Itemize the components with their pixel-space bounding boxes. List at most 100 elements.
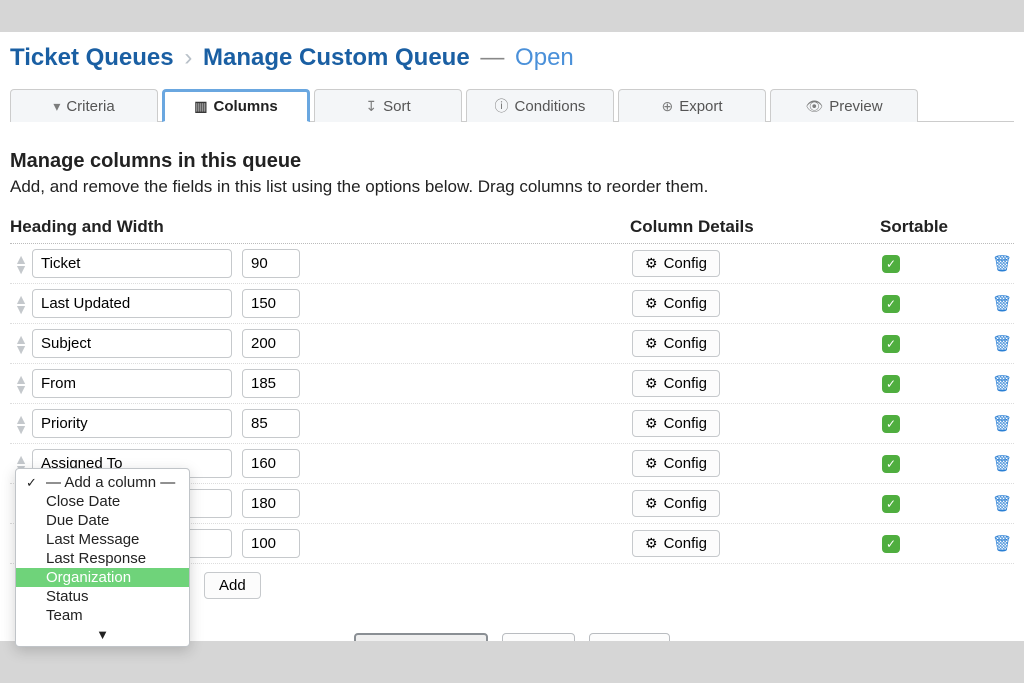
tab-label: Export	[679, 98, 722, 115]
config-button[interactable]: ⚙ Config	[632, 290, 720, 317]
column-width-input[interactable]	[242, 249, 300, 278]
breadcrumb-root[interactable]: Ticket Queues	[10, 44, 174, 71]
config-label: Config	[664, 455, 707, 472]
column-width-input[interactable]	[242, 409, 300, 438]
drag-handle-icon[interactable]: ▲▼	[10, 334, 32, 354]
window-top-strip	[0, 0, 1024, 32]
column-width-input[interactable]	[242, 329, 300, 358]
sortable-checkbox[interactable]: ✓	[882, 295, 900, 313]
column-heading-input[interactable]	[32, 289, 232, 318]
eye-icon: 👁	[805, 98, 823, 115]
sort-icon: ↧	[365, 98, 377, 115]
column-heading-input[interactable]	[32, 409, 232, 438]
config-button[interactable]: ⚙ Config	[632, 370, 720, 397]
add-button[interactable]: Add	[204, 572, 261, 599]
header-heading-width: Heading and Width	[10, 217, 630, 237]
config-label: Config	[664, 495, 707, 512]
tab-label: Sort	[383, 98, 411, 115]
breadcrumb-page: Manage Custom Queue	[203, 44, 470, 71]
drag-handle-icon[interactable]: ▲▼	[10, 294, 32, 314]
sortable-checkbox[interactable]: ✓	[882, 415, 900, 433]
config-button[interactable]: ⚙ Config	[632, 250, 720, 277]
tab-export[interactable]: ⊕ Export	[618, 89, 766, 122]
config-button[interactable]: ⚙ Config	[632, 410, 720, 437]
tab-columns[interactable]: ▥ Columns	[162, 89, 310, 122]
tab-label: Criteria	[66, 98, 114, 115]
dropdown-item[interactable]: Team	[16, 606, 189, 625]
drag-handle-icon[interactable]: ▲▼	[10, 254, 32, 274]
config-label: Config	[664, 295, 707, 312]
section-desc: Add, and remove the fields in this list …	[10, 177, 1014, 197]
tab-conditions[interactable]: ⓘ Conditions	[466, 89, 614, 122]
tab-sort[interactable]: ↧ Sort	[314, 89, 462, 122]
config-label: Config	[664, 415, 707, 432]
sortable-checkbox[interactable]: ✓	[882, 375, 900, 393]
drag-handle-icon[interactable]: ▲▼	[10, 374, 32, 394]
sortable-checkbox[interactable]: ✓	[882, 495, 900, 513]
tab-preview[interactable]: 👁 Preview	[770, 89, 918, 122]
config-button[interactable]: ⚙Config	[632, 330, 720, 357]
trash-icon[interactable]: 🗑	[992, 536, 1012, 553]
column-row: ▲▼ ⚙ Config ✓ 🗑	[10, 244, 1014, 284]
trash-icon[interactable]: 🗑	[992, 376, 1012, 393]
column-width-input[interactable]	[242, 489, 300, 518]
column-row: ▲▼ ⚙ Config ✓ 🗑	[10, 364, 1014, 404]
trash-icon[interactable]: 🗑	[992, 496, 1012, 513]
gear-icon: ⚙	[645, 255, 658, 272]
trash-icon[interactable]: 🗑	[992, 456, 1012, 473]
gear-icon: ⚙	[645, 295, 658, 312]
column-row: ▲▼ ⚙ Config ✓ 🗑	[10, 284, 1014, 324]
sortable-checkbox[interactable]: ✓	[882, 335, 900, 353]
breadcrumb-state-sep: —	[476, 44, 508, 71]
column-width-input[interactable]	[242, 289, 300, 318]
config-button[interactable]: ⚙Config	[632, 490, 720, 517]
check-icon: ✓	[26, 475, 37, 491]
header-sortable: Sortable	[880, 217, 990, 237]
trash-icon[interactable]: 🗑	[992, 336, 1012, 353]
config-label: Config	[664, 535, 707, 552]
sortable-checkbox[interactable]: ✓	[882, 255, 900, 273]
dropdown-item[interactable]: Organization	[16, 568, 189, 587]
columns-icon: ▥	[194, 98, 207, 115]
sortable-checkbox[interactable]: ✓	[882, 455, 900, 473]
gear-icon: ⚙	[645, 535, 658, 552]
config-button[interactable]: ⚙ Config	[632, 450, 720, 477]
config-label: Config	[664, 375, 707, 392]
column-heading-input[interactable]	[32, 329, 232, 358]
column-heading-input[interactable]	[32, 249, 232, 278]
sortable-checkbox[interactable]: ✓	[882, 535, 900, 553]
dropdown-placeholder[interactable]: ✓ — Add a column —	[16, 473, 189, 492]
gear-icon: ⚙	[645, 375, 658, 392]
breadcrumb-state: Open	[515, 44, 574, 71]
tab-bar: ▾ Criteria ▥ Columns ↧ Sort ⓘ Conditions…	[10, 88, 1014, 122]
tab-label: Preview	[829, 98, 882, 115]
filter-icon: ▾	[53, 98, 60, 115]
trash-icon[interactable]: 🗑	[992, 416, 1012, 433]
gear-icon: ⚙	[645, 455, 658, 472]
gear-icon: ⚙	[645, 415, 658, 432]
config-label: Config	[664, 255, 707, 272]
dropdown-item[interactable]: Last Response	[16, 549, 189, 568]
drag-handle-icon[interactable]: ▲▼	[10, 414, 32, 434]
export-icon: ⊕	[661, 98, 673, 115]
info-icon: ⓘ	[495, 96, 509, 116]
window-bottom-strip	[0, 641, 1024, 683]
dropdown-item[interactable]: Last Message	[16, 530, 189, 549]
column-width-input[interactable]	[242, 449, 300, 478]
chevron-down-icon[interactable]: ▼	[16, 625, 189, 644]
trash-icon[interactable]: 🗑	[992, 256, 1012, 273]
tab-label: Columns	[214, 98, 278, 115]
column-heading-input[interactable]	[32, 369, 232, 398]
dropdown-item[interactable]: Close Date	[16, 492, 189, 511]
dropdown-item[interactable]: Due Date	[16, 511, 189, 530]
columns-header-row: Heading and Width Column Details Sortabl…	[10, 213, 1014, 244]
trash-icon[interactable]: 🗑	[992, 296, 1012, 313]
tab-criteria[interactable]: ▾ Criteria	[10, 89, 158, 122]
column-width-input[interactable]	[242, 369, 300, 398]
add-column-dropdown[interactable]: ✓ — Add a column — Close DateDue DateLas…	[15, 468, 190, 647]
dropdown-item[interactable]: Status	[16, 587, 189, 606]
config-button[interactable]: ⚙ Config	[632, 530, 720, 557]
header-column-details: Column Details	[630, 217, 880, 237]
column-row: ▲▼ ⚙Config ✓ 🗑	[10, 324, 1014, 364]
column-width-input[interactable]	[242, 529, 300, 558]
